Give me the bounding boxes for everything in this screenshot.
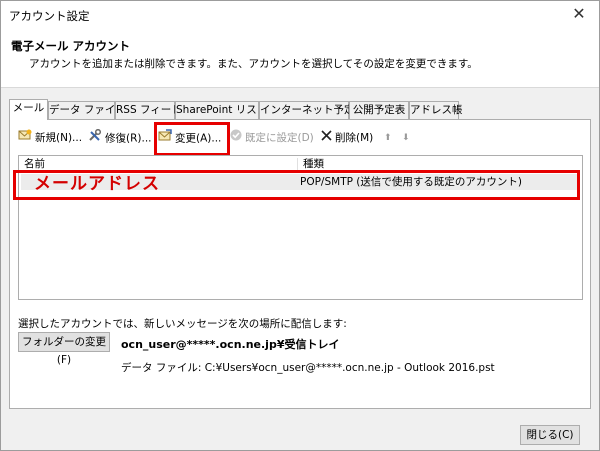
delete-x-icon [321, 129, 332, 147]
new-account-button[interactable]: 新規(N)... [18, 129, 82, 147]
mail-tab-panel: 新規(N)... 修復(R)... 変更(A)... 既定に設定(D) 削除(M… [9, 119, 591, 409]
tab-rss-feeds[interactable]: RSS フィード [115, 101, 182, 119]
tab-sharepoint-lists[interactable]: SharePoint リスト [175, 101, 267, 119]
tab-published-calendars[interactable]: 公開予定表 [349, 101, 409, 119]
delivery-location-label: 選択したアカウントでは、新しいメッセージを次の場所に配信します: [18, 318, 347, 330]
close-button[interactable]: 閉じる(C) [520, 425, 580, 445]
close-icon[interactable]: ✕ [569, 4, 589, 24]
delete-button[interactable]: 削除(M) [321, 129, 373, 147]
change-button-highlight [154, 122, 230, 156]
window-title: アカウント設定 [9, 9, 90, 23]
repair-button[interactable]: 修復(R)... [88, 128, 152, 148]
delete-label: 削除(M) [335, 132, 374, 144]
repair-label: 修復(R)... [105, 132, 152, 145]
repair-tools-icon [88, 128, 102, 148]
move-up-arrow-icon[interactable]: ⬆ [384, 129, 392, 147]
section-description: アカウントを追加または削除できます。また、アカウントを選択してその設定を変更でき… [29, 58, 478, 70]
move-down-arrow-icon[interactable]: ⬇ [402, 129, 410, 147]
tab-data-files[interactable]: データ ファイル [48, 101, 126, 119]
header-pane: 電子メール アカウント アカウントを追加または削除できます。また、アカウントを選… [1, 29, 599, 88]
account-row-highlight: メールアドレス [13, 170, 580, 200]
account-settings-window: アカウント設定 ✕ 電子メール アカウント アカウントを追加または削除できます。… [0, 0, 600, 451]
title-bar: アカウント設定 ✕ [1, 1, 599, 29]
tab-internet-calendars[interactable]: インターネット予定表 [259, 101, 365, 119]
account-name: メールアドレス [34, 174, 160, 194]
new-account-icon [18, 129, 32, 147]
section-title: 電子メール アカウント [11, 39, 131, 53]
set-default-button[interactable]: 既定に設定(D) [230, 129, 314, 147]
tab-mail[interactable]: メール [9, 99, 48, 120]
delivery-folder-path: ocn_user@*****.ocn.ne.jp¥受信トレイ [121, 338, 340, 351]
tab-address-books[interactable]: アドレス帳 [409, 101, 463, 119]
set-default-label: 既定に設定(D) [245, 132, 314, 144]
change-folder-button[interactable]: フォルダーの変更(F) [18, 332, 110, 366]
new-account-label: 新規(N)... [35, 132, 83, 144]
data-file-path: データ ファイル: C:¥Users¥ocn_user@*****.ocn.ne… [121, 362, 495, 374]
tab-strip: メール データ ファイル RSS フィード SharePoint リスト インタ… [9, 99, 599, 120]
check-circle-icon [230, 129, 242, 147]
